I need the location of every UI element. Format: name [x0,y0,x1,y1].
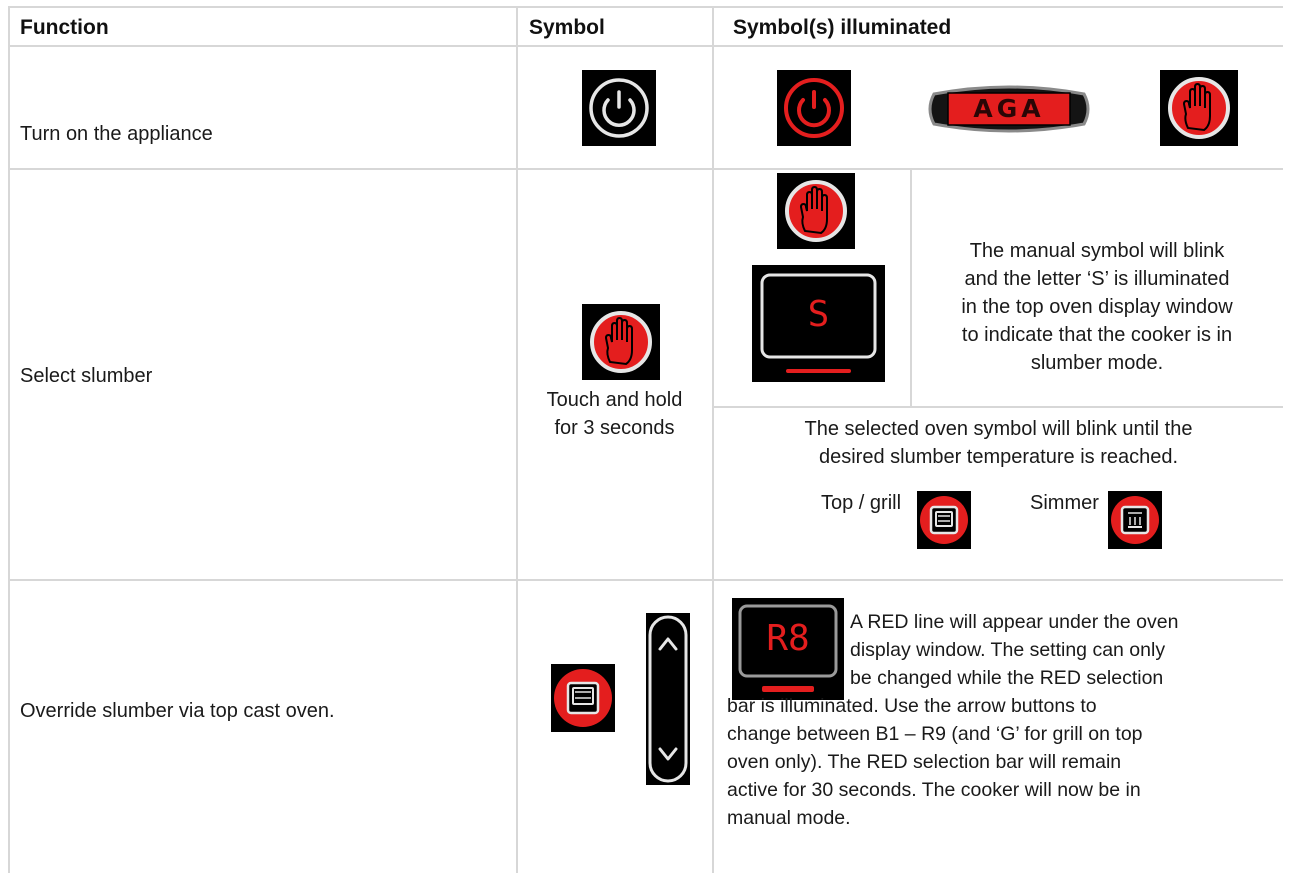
col-left-rule [8,6,10,873]
override-desc-2: display window. The setting can only [850,639,1166,661]
override-desc-1: A RED line will appear under the oven [850,611,1179,633]
header-function: Function [20,16,109,39]
top-grill-label: Top / grill [821,492,902,514]
manual-hand-icon [777,173,855,249]
slumber-desc-4: to indicate that the cooker is in [961,324,1233,346]
slumber-desc-5: slumber mode. [1030,352,1164,374]
slumber-desc-2: and the letter ‘S’ is illuminated [964,268,1230,290]
row2-function: Select slumber [20,365,153,387]
row1-rule [8,168,1283,170]
simmer-label: Simmer [1030,492,1099,514]
header-rule [8,45,1283,47]
power-icon [582,70,656,146]
override-desc-4: bar is illuminated. Use the arrow button… [727,695,1097,717]
slumber-desc-1: The manual symbol will blink [969,240,1225,262]
row2-inner-rule [712,406,1283,408]
top-grill-oven-icon [917,491,971,549]
header-symbol: Symbol [529,16,605,39]
symbol-caption-1: Touch and hold [546,389,683,411]
arrow-up-down-icon [646,613,690,785]
slumber-desc-3: in the top oven display window [961,296,1233,318]
blink-desc-1: The selected oven symbol will blink unti… [804,418,1193,440]
blink-desc-2: desired slumber temperature is reached. [818,446,1179,468]
simmer-oven-icon [1108,491,1162,549]
row1-function: Turn on the appliance [20,123,213,145]
aga-badge-text: AGA [973,94,1045,123]
power-lit-icon [777,70,851,146]
override-desc-8: manual mode. [727,807,851,829]
aga-badge-icon: AGA [928,84,1090,134]
override-desc-7: active for 30 seconds. The cooker will n… [727,779,1141,801]
row3-function: Override slumber via top cast oven. [20,700,335,722]
table-top-rule [8,6,1283,8]
manual-hand-icon [1160,70,1238,146]
slumber-display-icon: S [752,265,885,382]
row2-rule [8,579,1283,581]
symbol-caption-2: for 3 seconds [554,417,675,439]
top-grill-oven-icon [551,664,615,732]
manual-hand-icon [582,304,660,380]
override-desc-3: be changed while the RED selection [850,667,1164,689]
slumber-display-char: S [807,294,830,335]
header-illuminated: Symbol(s) illuminated [733,16,952,39]
override-desc-6: oven only). The RED selection bar will r… [727,751,1122,773]
r8-display-text: R8 [766,618,810,659]
override-desc-5: change between B1 – R9 (and ‘G’ for gril… [727,723,1143,745]
r8-display-icon: R8 [732,598,844,700]
